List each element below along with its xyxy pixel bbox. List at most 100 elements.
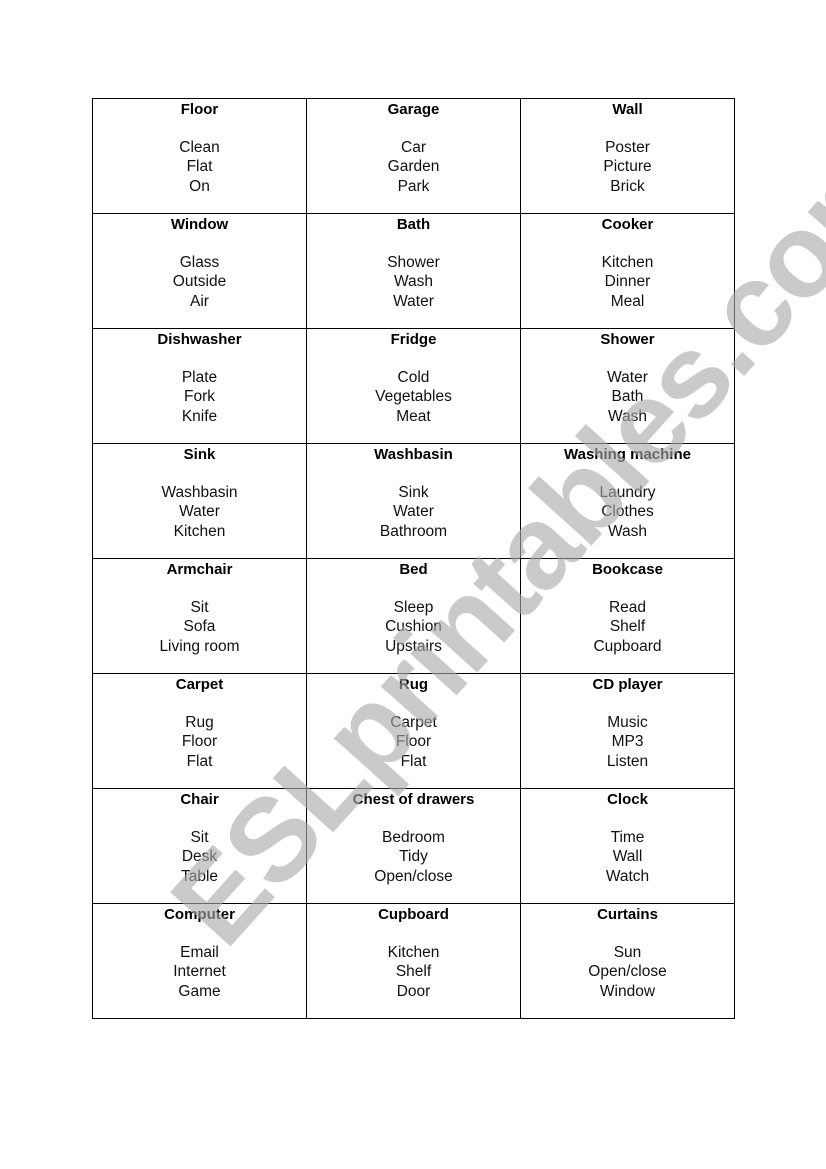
card-word: Water bbox=[607, 369, 648, 386]
word-card: Bookcase Read Shelf Cupboard bbox=[520, 558, 735, 674]
card-word: Dinner bbox=[604, 273, 651, 291]
card-word: Water bbox=[393, 503, 434, 521]
card-word: Air bbox=[190, 292, 209, 310]
card-word: Fork bbox=[184, 388, 215, 406]
card-word: Wash bbox=[607, 407, 648, 425]
word-card: Bed Sleep Cushion Upstairs bbox=[306, 558, 521, 674]
card-word-list: Shower Wash Water bbox=[307, 253, 520, 311]
card-title: Washbasin bbox=[374, 446, 453, 463]
card-word-list: Laundry Clothes Wash bbox=[521, 483, 734, 541]
card-word-list: Kitchen Dinner Meal bbox=[521, 253, 734, 311]
card-title: Bath bbox=[396, 216, 431, 233]
card-word: Open/close bbox=[374, 867, 453, 885]
card-row: Window Glass Outside Air Bath Shower Wash Water… bbox=[92, 213, 735, 329]
card-title: Floor bbox=[180, 101, 219, 118]
taboo-cards-table: Floor Clean Flat On Garage Car Garden Park Wall P… bbox=[92, 98, 735, 1019]
card-word-list: Read Shelf Cupboard bbox=[521, 598, 734, 656]
card-row: Floor Clean Flat On Garage Car Garden Park Wall P… bbox=[92, 98, 735, 214]
card-word: Shelf bbox=[609, 618, 646, 636]
card-title: Sink bbox=[183, 446, 216, 463]
card-word: Music bbox=[607, 714, 648, 731]
card-word: Cold bbox=[397, 369, 430, 386]
card-word: Floor bbox=[395, 733, 432, 751]
card-word-list: Rug Floor Flat bbox=[93, 713, 306, 771]
card-word: Washbasin bbox=[161, 484, 238, 501]
card-title: Cupboard bbox=[378, 906, 449, 923]
card-row: Armchair Sit Sofa Living room Bed Sleep Cushio… bbox=[92, 558, 735, 674]
word-card: Bath Shower Wash Water bbox=[306, 213, 521, 329]
card-title: Armchair bbox=[166, 561, 233, 578]
card-title: CD player bbox=[592, 676, 663, 693]
card-word-list: Time Wall Watch bbox=[521, 828, 734, 886]
card-word-list: Bedroom Tidy Open/close bbox=[307, 828, 520, 886]
word-card: Rug Carpet Floor Flat bbox=[306, 673, 521, 789]
word-card: Carpet Rug Floor Flat bbox=[92, 673, 307, 789]
card-word: Flat bbox=[400, 752, 427, 770]
card-row: Sink Washbasin Water Kitchen Washbasin Sink Wa… bbox=[92, 443, 735, 559]
card-word: Table bbox=[180, 867, 219, 885]
card-word: Carpet bbox=[390, 714, 437, 731]
card-word-list: Carpet Floor Flat bbox=[307, 713, 520, 771]
card-word: Cushion bbox=[385, 618, 442, 636]
card-word: Read bbox=[608, 599, 647, 616]
card-word: Living room bbox=[159, 637, 240, 655]
card-word: Kitchen bbox=[173, 522, 226, 540]
card-title: Chest of drawers bbox=[352, 791, 475, 808]
word-card: Curtains Sun Open/close Window bbox=[520, 903, 735, 1019]
word-card: Dishwasher Plate Fork Knife bbox=[92, 328, 307, 444]
card-word-list: Plate Fork Knife bbox=[93, 368, 306, 426]
card-word: Meal bbox=[610, 292, 645, 310]
card-title: Dishwasher bbox=[157, 331, 242, 348]
card-word: Plate bbox=[181, 369, 218, 386]
word-card: Fridge Cold Vegetables Meat bbox=[306, 328, 521, 444]
card-word: Wash bbox=[393, 273, 434, 291]
card-word: Listen bbox=[606, 752, 649, 770]
card-word: Knife bbox=[181, 407, 218, 425]
card-word: Kitchen bbox=[601, 254, 654, 271]
card-word: Floor bbox=[181, 733, 218, 751]
word-card: Garage Car Garden Park bbox=[306, 98, 521, 214]
card-row: Dishwasher Plate Fork Knife Fridge Cold Vegeta… bbox=[92, 328, 735, 444]
card-word-list: Music MP3 Listen bbox=[521, 713, 734, 771]
card-word: Watch bbox=[605, 867, 650, 885]
card-title: Shower bbox=[600, 331, 655, 348]
card-word: Clean bbox=[179, 139, 220, 156]
card-word: Time bbox=[610, 829, 645, 846]
card-word: Upstairs bbox=[385, 637, 442, 655]
card-title: Cooker bbox=[601, 216, 654, 233]
card-word: Bath bbox=[611, 388, 644, 406]
worksheet-page: Floor Clean Flat On Garage Car Garden Park Wall P… bbox=[0, 0, 826, 1169]
card-word: Internet bbox=[173, 963, 226, 981]
card-word: Tidy bbox=[399, 848, 428, 866]
card-word: Game bbox=[178, 982, 221, 1000]
word-card: Shower Water Bath Wash bbox=[520, 328, 735, 444]
card-word: Water bbox=[393, 292, 434, 310]
card-word: Flat bbox=[186, 158, 213, 176]
word-card: Floor Clean Flat On bbox=[92, 98, 307, 214]
word-card: Sink Washbasin Water Kitchen bbox=[92, 443, 307, 559]
card-word: Laundry bbox=[599, 484, 656, 501]
card-title: Rug bbox=[398, 676, 429, 693]
card-word: Water bbox=[179, 503, 220, 521]
card-title: Clock bbox=[607, 791, 648, 808]
card-word: Wall bbox=[612, 848, 643, 866]
card-row: Chair Sit Desk Table Chest of drawers Bedroom… bbox=[92, 788, 735, 904]
card-word: Bedroom bbox=[382, 829, 445, 846]
card-word: Sit bbox=[190, 599, 209, 616]
word-card: Cooker Kitchen Dinner Meal bbox=[520, 213, 735, 329]
word-card: Washing machine Laundry Clothes Wash bbox=[520, 443, 735, 559]
card-word: Window bbox=[599, 982, 656, 1000]
word-card: Washbasin Sink Water Bathroom bbox=[306, 443, 521, 559]
card-word: Sun bbox=[613, 944, 642, 961]
word-card: Wall Poster Picture Brick bbox=[520, 98, 735, 214]
card-word: Vegetables bbox=[375, 388, 452, 406]
card-word-list: Water Bath Wash bbox=[521, 368, 734, 426]
card-word: Open/close bbox=[588, 963, 667, 981]
card-word-list: Email Internet Game bbox=[93, 943, 306, 1001]
card-word: Rug bbox=[185, 714, 214, 731]
card-word: Flat bbox=[186, 752, 213, 770]
card-title: Chair bbox=[180, 791, 219, 808]
card-word: Shelf bbox=[395, 963, 432, 981]
card-title: Computer bbox=[164, 906, 235, 923]
word-card: Clock Time Wall Watch bbox=[520, 788, 735, 904]
